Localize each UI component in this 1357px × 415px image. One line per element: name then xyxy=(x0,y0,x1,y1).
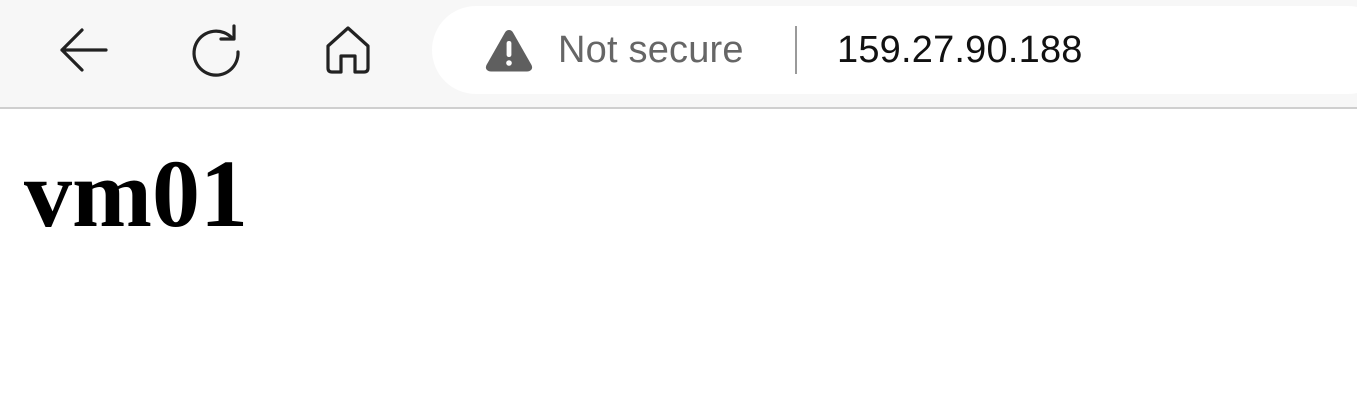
home-button[interactable] xyxy=(320,22,376,78)
warning-triangle-icon xyxy=(484,27,534,73)
address-bar[interactable]: Not secure 159.27.90.188 xyxy=(432,6,1357,94)
url-text[interactable]: 159.27.90.188 xyxy=(837,26,1083,74)
security-indicator[interactable]: Not secure xyxy=(484,26,744,74)
arrow-left-icon xyxy=(60,28,108,72)
reload-button[interactable] xyxy=(188,22,244,78)
address-divider xyxy=(795,26,797,74)
browser-toolbar: Not secure 159.27.90.188 xyxy=(0,0,1357,109)
page-content: vm01 xyxy=(0,109,1357,415)
page-heading: vm01 xyxy=(24,140,248,247)
back-button[interactable] xyxy=(56,22,112,78)
security-label: Not secure xyxy=(558,28,744,71)
reload-icon xyxy=(192,24,240,77)
home-icon xyxy=(326,26,370,74)
